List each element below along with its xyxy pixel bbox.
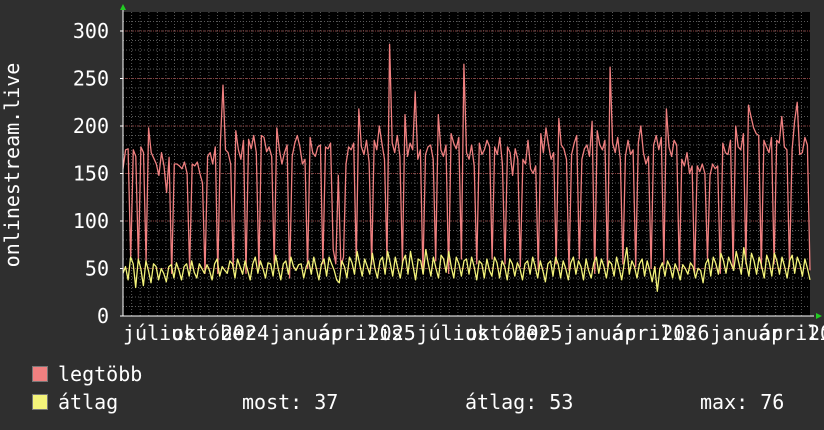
y-tick-label: 0 (97, 304, 109, 328)
legend-label-legtobb: legtöbb (58, 362, 143, 386)
y-tick-labels: 0 50 100 150 200 250 300 (73, 19, 109, 328)
legend-item-legtobb: legtöbb (32, 362, 142, 386)
legend-item-atlag: átlag (32, 390, 118, 414)
x-tick-label: 2026 (808, 321, 824, 345)
line-chart: 0 50 100 150 200 250 300 júliusoktóber2024 janu… (0, 4, 824, 345)
y-tick-label: 300 (73, 19, 109, 43)
atlag-swatch (32, 394, 48, 410)
stat-average-value: 53 (549, 390, 574, 414)
legtobb-swatch (32, 366, 48, 382)
y-axis-arrow (120, 4, 126, 10)
x-tick-label: 2025 (514, 321, 562, 345)
x-axis-arrow (816, 313, 822, 319)
y-tick-label: 150 (73, 162, 109, 186)
stat-max: max: 76 (700, 390, 784, 414)
stat-now-value: 37 (314, 390, 339, 414)
stat-average-label: átlag: (465, 390, 538, 414)
y-tick-label: 250 (73, 67, 109, 91)
x-tick-label: 2025 (368, 321, 416, 345)
x-tick-labels: júliusoktóber2024 januáráprilis2025 július… (123, 321, 824, 345)
y-tick-label: 50 (85, 257, 109, 281)
y-tick-label: 100 (73, 209, 109, 233)
stat-average: átlag: 53 (465, 390, 573, 414)
x-tick-label: 2024 (221, 321, 269, 345)
y-tick-label: 200 (73, 114, 109, 138)
y-axis-label: onlinestream.live (0, 63, 24, 268)
stat-now: most: 37 (242, 390, 338, 414)
stat-max-value: 76 (760, 390, 785, 414)
legend-label-atlag: átlag (58, 390, 119, 414)
stat-now-label: most: (242, 390, 303, 414)
x-tick-label: 2026 (661, 321, 709, 345)
stat-max-label: max: (700, 390, 749, 414)
